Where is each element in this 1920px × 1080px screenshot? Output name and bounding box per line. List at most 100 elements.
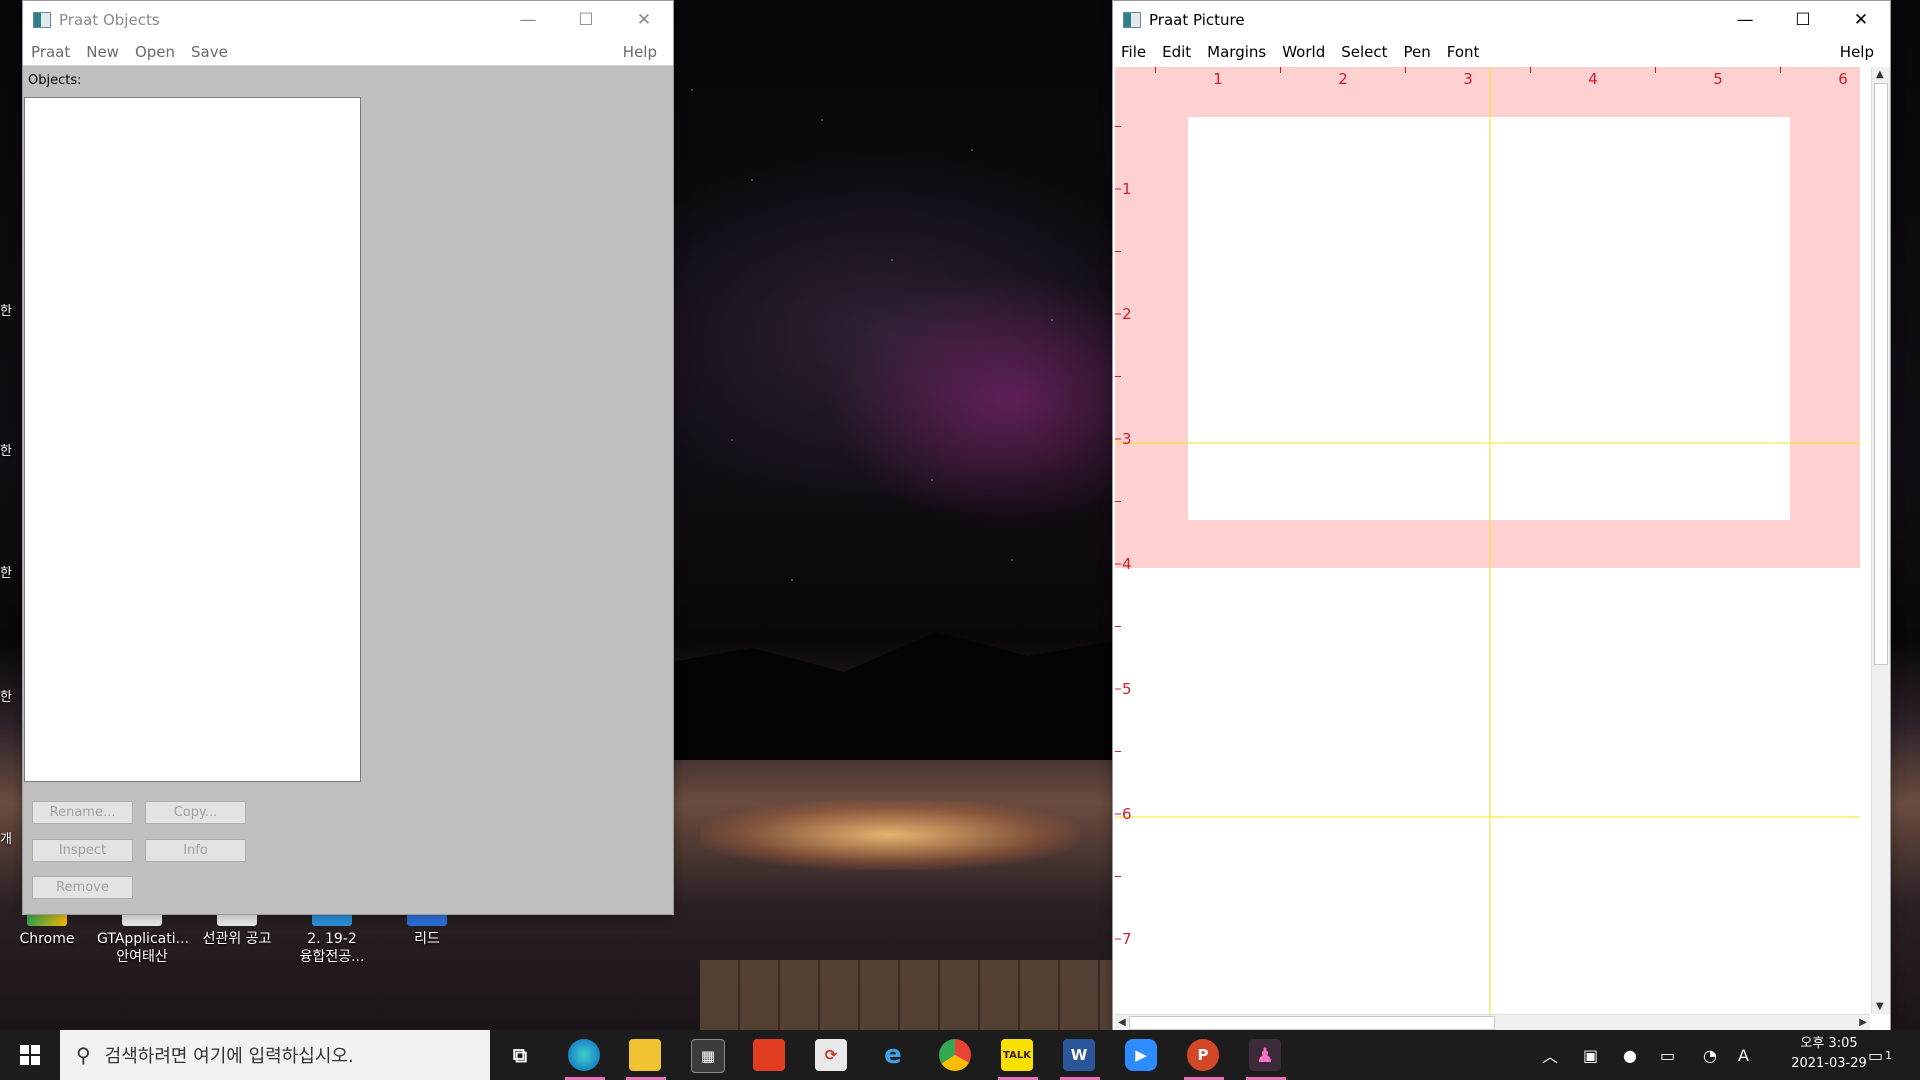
desktop-icon-label: 한 xyxy=(0,566,12,581)
objects-titlebar[interactable]: Praat Objects — ☐ ✕ xyxy=(23,1,673,39)
scroll-right-icon[interactable]: ▶ xyxy=(1859,1017,1867,1028)
objects-list[interactable] xyxy=(24,97,361,782)
ruler-top-label: 1 xyxy=(1213,70,1223,88)
scroll-down-icon[interactable]: ▼ xyxy=(1876,1001,1884,1012)
horizontal-scroll-thumb[interactable] xyxy=(1129,1016,1495,1030)
ruler-left-label: 5 xyxy=(1122,680,1132,698)
window-title: Praat Objects xyxy=(59,11,160,29)
clock-date: 2021-03-29 xyxy=(1791,1056,1867,1071)
desktop-icon-label: 한 xyxy=(0,304,12,319)
desktop-icon-election-notice[interactable]: 선관위 공고 xyxy=(192,912,282,948)
horizontal-scrollbar[interactable]: ◀ ▶ xyxy=(1115,1014,1870,1031)
tray-ime-indicator[interactable]: A xyxy=(1738,1030,1749,1080)
menu-save[interactable]: Save xyxy=(183,43,236,61)
desktop-icon-label: 개 xyxy=(0,832,12,847)
store-icon[interactable]: ▦ xyxy=(691,1039,725,1073)
menu-help[interactable]: Help xyxy=(1832,43,1882,61)
close-button[interactable]: ✕ xyxy=(1832,1,1890,39)
vertical-scrollbar[interactable]: ▲ ▼ xyxy=(1871,67,1890,1014)
word-icon[interactable]: W xyxy=(1063,1039,1095,1071)
desktop-icon-label: Chrome xyxy=(19,931,75,947)
menu-margins[interactable]: Margins xyxy=(1199,43,1274,61)
desktop-icon-partial[interactable]: 한 xyxy=(0,300,22,340)
scroll-up-icon[interactable]: ▲ xyxy=(1876,69,1884,80)
info-button[interactable]: Info xyxy=(145,839,246,862)
wallpaper-lake xyxy=(700,800,1080,870)
desktop-icon-partial[interactable]: 한 xyxy=(0,686,22,726)
ruler-left-label: 6 xyxy=(1122,805,1132,823)
tray-network-icon[interactable]: ◔ xyxy=(1703,1030,1717,1080)
menu-pen[interactable]: Pen xyxy=(1396,43,1439,61)
minimize-button[interactable]: — xyxy=(1716,1,1774,39)
desktop-icon-label: 한 xyxy=(0,690,12,705)
menu-edit[interactable]: Edit xyxy=(1154,43,1199,61)
desktop-icon-label: 융합전공... xyxy=(299,949,365,965)
internet-explorer-icon[interactable]: e xyxy=(877,1039,909,1071)
praat-icon[interactable]: ♟ xyxy=(1249,1039,1281,1071)
copy-button[interactable]: Copy... xyxy=(145,801,246,824)
powerpoint-icon[interactable]: P xyxy=(1187,1039,1219,1071)
sync-icon[interactable]: ⟳ xyxy=(815,1039,847,1071)
tray-show-hidden-icon[interactable]: ︿ xyxy=(1542,1030,1558,1080)
maximize-button[interactable]: ☐ xyxy=(1774,1,1832,39)
scroll-left-icon[interactable]: ◀ xyxy=(1118,1017,1126,1028)
menu-file[interactable]: File xyxy=(1113,43,1154,61)
desktop-icon-gtapplication[interactable]: GTApplicati... 안여태산 xyxy=(97,912,189,966)
minimize-button[interactable]: — xyxy=(499,1,557,39)
tray-clock[interactable]: 오후 3:05 2021-03-29 xyxy=(1784,1034,1874,1074)
zoom-icon[interactable]: ▶ xyxy=(1125,1039,1157,1071)
taskbar-search[interactable]: ⚲ 검색하려면 여기에 입력하십시오. xyxy=(60,1030,490,1080)
desktop-icon-partial[interactable]: 개 xyxy=(0,828,22,868)
tray-microphone-icon[interactable]: ● xyxy=(1623,1030,1637,1080)
menu-help[interactable]: Help xyxy=(615,43,665,61)
file-explorer-icon[interactable] xyxy=(629,1039,661,1071)
menu-open[interactable]: Open xyxy=(127,43,183,61)
desktop-icon-convergence-major[interactable]: 2. 19-2 융합전공... xyxy=(287,912,377,966)
desktop-icon-label: 선관위 공고 xyxy=(202,931,272,947)
windows-icon xyxy=(20,1045,40,1065)
wallpaper-stars xyxy=(672,60,1112,640)
notification-center-icon[interactable]: ▭ 1 xyxy=(1868,1030,1892,1080)
tray-camera-icon[interactable]: ▣ xyxy=(1583,1030,1598,1080)
menu-font[interactable]: Font xyxy=(1439,43,1488,61)
praat-objects-window: Praat Objects — ☐ ✕ Praat New Open Save … xyxy=(22,0,674,915)
remove-button[interactable]: Remove xyxy=(32,876,133,899)
ruler-left-label: 2 xyxy=(1122,305,1132,323)
close-button[interactable]: ✕ xyxy=(615,1,673,39)
office-icon[interactable] xyxy=(753,1039,785,1071)
vertical-scroll-thumb[interactable] xyxy=(1874,83,1888,665)
praat-app-icon xyxy=(33,12,51,28)
praat-app-icon xyxy=(1123,12,1141,28)
viewport-inner xyxy=(1188,117,1790,520)
desktop-icon-label: 한 xyxy=(0,444,12,459)
edge-icon[interactable] xyxy=(568,1039,600,1071)
taskbar: ⚲ 검색하려면 여기에 입력하십시오. ⧉ ▦ ⟳ e TALK W ▶ P ♟… xyxy=(0,1030,1920,1080)
desktop-icon-read[interactable]: 리드 xyxy=(382,912,472,948)
desktop-icon-partial[interactable]: 한 xyxy=(0,440,22,480)
ruler-left-label: 7 xyxy=(1122,930,1132,948)
picture-canvas[interactable]: 1 2 3 4 5 6 1 2 3 4 5 6 7 xyxy=(1115,67,1870,1014)
desktop-icon-chrome[interactable]: Chrome xyxy=(2,912,92,948)
clock-time: 오후 3:05 xyxy=(1800,1036,1858,1051)
rename-button[interactable]: Rename... xyxy=(32,801,133,824)
ruler-left-label: 3 xyxy=(1122,430,1132,448)
menu-select[interactable]: Select xyxy=(1333,43,1395,61)
ruler-top-label: 5 xyxy=(1713,70,1723,88)
ruler-top-label: 4 xyxy=(1588,70,1598,88)
task-view-icon[interactable]: ⧉ xyxy=(504,1039,536,1071)
menu-new[interactable]: New xyxy=(78,43,127,61)
desktop-icon-partial[interactable]: 한 xyxy=(0,562,22,602)
start-button[interactable] xyxy=(0,1030,60,1080)
desktop-icon-label: 안여태산 xyxy=(116,949,168,965)
menu-praat[interactable]: Praat xyxy=(23,43,78,61)
picture-titlebar[interactable]: Praat Picture — ☐ ✕ xyxy=(1113,1,1890,39)
desktop-icon-label: GTApplicati... xyxy=(97,931,189,947)
chrome-icon[interactable] xyxy=(939,1039,971,1071)
menu-world[interactable]: World xyxy=(1274,43,1333,61)
inspect-button[interactable]: Inspect xyxy=(32,839,133,862)
kakaotalk-icon[interactable]: TALK xyxy=(1001,1039,1033,1071)
praat-picture-window: Praat Picture — ☐ ✕ File Edit Margins Wo… xyxy=(1112,0,1891,1032)
picture-menubar: File Edit Margins World Select Pen Font … xyxy=(1113,39,1890,65)
tray-battery-icon[interactable]: ▭ xyxy=(1660,1030,1675,1080)
maximize-button[interactable]: ☐ xyxy=(557,1,615,39)
